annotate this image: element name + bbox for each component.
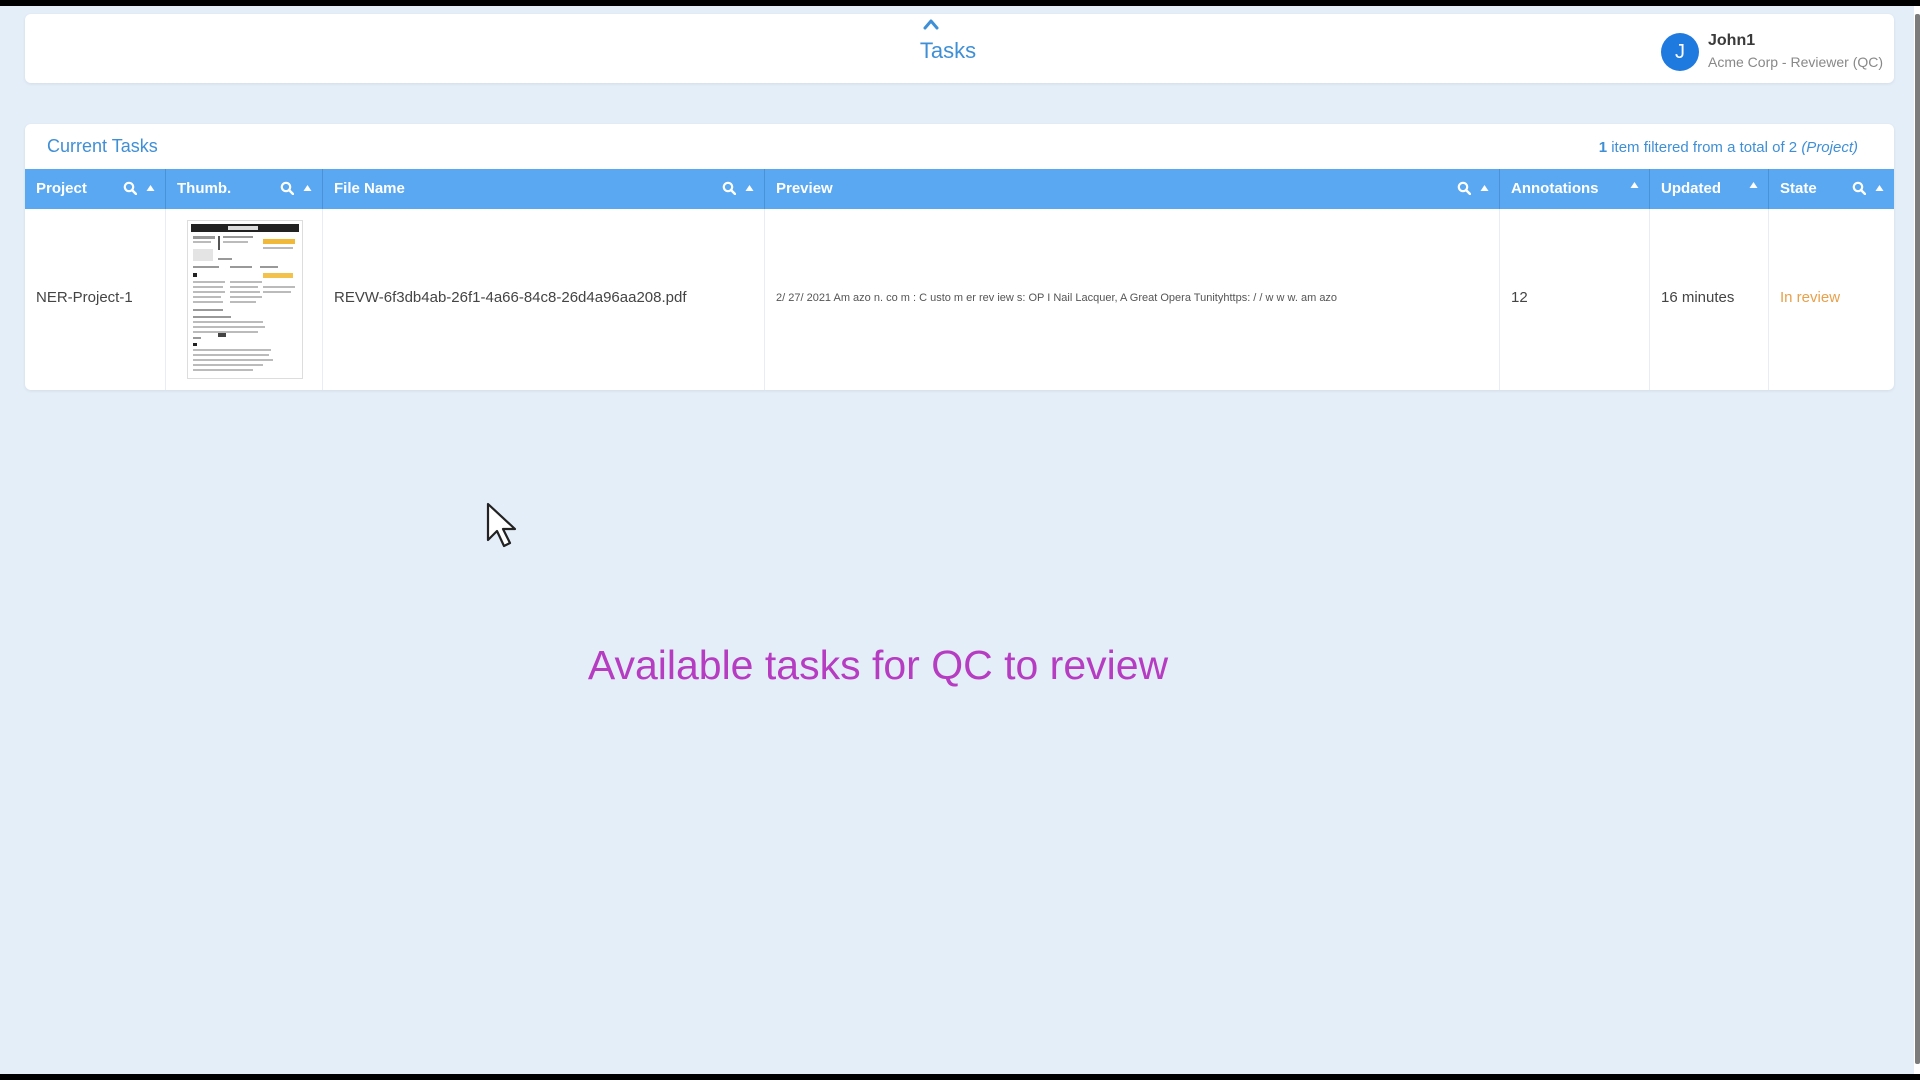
updated-time: 16 minutes bbox=[1661, 289, 1735, 306]
column-label: State bbox=[1780, 180, 1817, 197]
column-header-project[interactable]: Project bbox=[25, 169, 166, 209]
table-row[interactable]: NER-Project-1 REVW-6f3db4ab-26f1-4a66-84… bbox=[25, 209, 1894, 390]
state-badge: In review bbox=[1780, 289, 1841, 306]
cell-annotations: 12 bbox=[1500, 209, 1650, 390]
filter-scope: (Project) bbox=[1801, 139, 1858, 156]
search-icon[interactable] bbox=[1852, 181, 1866, 195]
mouse-pointer-icon bbox=[486, 502, 517, 548]
page-title: Tasks bbox=[919, 38, 977, 63]
sort-up-icon[interactable] bbox=[1630, 181, 1639, 189]
cell-state: In review bbox=[1769, 209, 1894, 390]
column-label: Annotations bbox=[1511, 180, 1599, 197]
panel-title: Current Tasks bbox=[47, 136, 158, 156]
filter-info: 1 item filtered from a total of 2 (Proje… bbox=[1599, 139, 1858, 156]
annotations-count: 12 bbox=[1511, 289, 1528, 306]
top-header: Tasks J John1 Acme Corp - Reviewer (QC) bbox=[25, 14, 1894, 83]
column-label: Updated bbox=[1661, 180, 1721, 197]
column-header-annotations[interactable]: Annotations bbox=[1500, 169, 1650, 209]
overlay-caption: Available tasks for QC to review bbox=[587, 642, 1169, 688]
column-label: Preview bbox=[776, 180, 833, 197]
scrollbar-thumb[interactable] bbox=[1915, 14, 1920, 1064]
thumbnail-image bbox=[191, 224, 299, 371]
column-label: File Name bbox=[334, 180, 405, 197]
chevron-up-icon[interactable] bbox=[919, 16, 943, 32]
cell-updated: 16 minutes bbox=[1650, 209, 1769, 390]
sort-up-icon[interactable] bbox=[303, 184, 312, 192]
sort-up-icon[interactable] bbox=[1749, 181, 1758, 189]
sort-up-icon[interactable] bbox=[1875, 184, 1884, 192]
avatar[interactable]: J bbox=[1661, 33, 1699, 71]
filter-text: item filtered from a total of 2 bbox=[1611, 139, 1798, 156]
sort-up-icon[interactable] bbox=[146, 184, 155, 192]
file-name[interactable]: REVW-6f3db4ab-26f1-4a66-84c8-26d4a96aa20… bbox=[334, 289, 687, 306]
current-tasks-panel: Current Tasks 1 item filtered from a tot… bbox=[25, 124, 1894, 390]
user-name: John1 bbox=[1708, 32, 1756, 49]
project-name: NER-Project-1 bbox=[36, 289, 133, 306]
preview-text: 2/ 27/ 2021 Am azo n. co m : C usto m er… bbox=[776, 292, 1338, 304]
column-header-state[interactable]: State bbox=[1769, 169, 1894, 209]
search-icon[interactable] bbox=[722, 181, 736, 195]
search-icon[interactable] bbox=[1457, 181, 1471, 195]
sort-up-icon[interactable] bbox=[1480, 184, 1489, 192]
column-header-thumb[interactable]: Thumb. bbox=[166, 169, 323, 209]
table-header: Project Thumb. File Name Preview Annotat… bbox=[25, 169, 1894, 209]
sort-up-icon[interactable] bbox=[745, 184, 754, 192]
search-icon[interactable] bbox=[123, 181, 137, 195]
search-icon[interactable] bbox=[280, 181, 294, 195]
column-header-file-name[interactable]: File Name bbox=[323, 169, 765, 209]
cell-file-name: REVW-6f3db4ab-26f1-4a66-84c8-26d4a96aa20… bbox=[323, 209, 765, 390]
column-header-preview[interactable]: Preview bbox=[765, 169, 1500, 209]
column-label: Thumb. bbox=[177, 180, 232, 197]
cell-project: NER-Project-1 bbox=[25, 209, 166, 390]
document-thumbnail[interactable] bbox=[187, 220, 303, 379]
column-label: Project bbox=[36, 180, 87, 197]
column-header-updated[interactable]: Updated bbox=[1650, 169, 1769, 209]
user-role: Acme Corp - Reviewer (QC) bbox=[1708, 54, 1884, 70]
cell-preview: 2/ 27/ 2021 Am azo n. co m : C usto m er… bbox=[765, 209, 1500, 390]
cell-thumb bbox=[166, 209, 323, 390]
filter-count: 1 bbox=[1598, 139, 1608, 156]
